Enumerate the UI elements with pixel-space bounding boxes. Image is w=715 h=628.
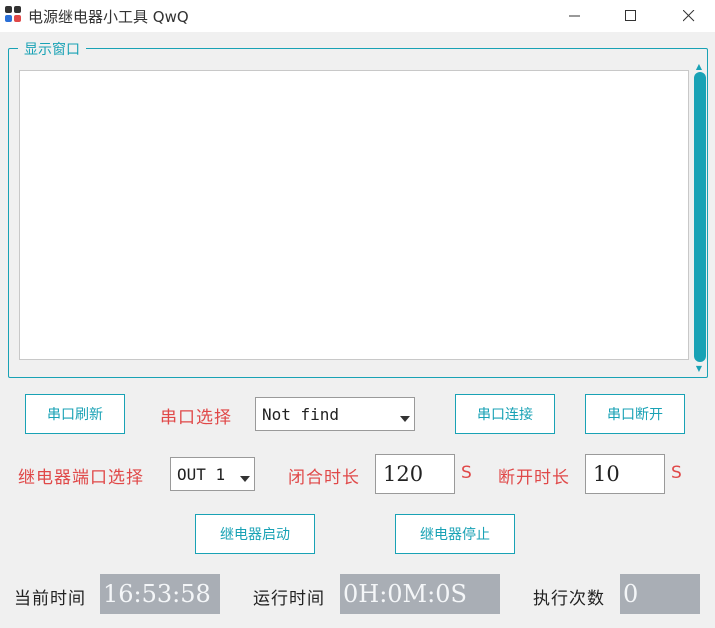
minimize-icon — [569, 15, 580, 17]
scrollbar-thumb[interactable] — [694, 72, 706, 362]
minimize-button[interactable] — [552, 0, 598, 32]
current-time-label: 当前时间 — [14, 589, 86, 609]
exec-count-label: 执行次数 — [533, 589, 605, 609]
display-group-title: 显示窗口 — [18, 39, 86, 59]
display-textarea[interactable] — [19, 70, 689, 360]
exec-count-display: 0 — [620, 574, 700, 614]
open-duration-label: 断开时长 — [498, 468, 570, 488]
run-time-display: 0H:0M:0S — [340, 574, 500, 614]
current-time-display: 16:53:58 — [100, 574, 220, 614]
maximize-button[interactable] — [608, 0, 654, 32]
close-button[interactable] — [666, 0, 712, 32]
maximize-icon — [625, 10, 636, 21]
relay-start-button[interactable]: 继电器启动 — [195, 514, 315, 554]
relay-stop-button[interactable]: 继电器停止 — [395, 514, 515, 554]
serial-disconnect-button[interactable]: 串口断开 — [585, 394, 685, 434]
relay-port-value: OUT 1 — [177, 464, 226, 484]
serial-port-select[interactable]: Not find — [255, 397, 415, 431]
chevron-down-icon — [400, 416, 410, 422]
close-duration-unit: S — [461, 463, 472, 483]
open-duration-input[interactable]: 10 — [585, 454, 665, 494]
serial-select-label: 串口选择 — [160, 408, 232, 428]
close-icon — [683, 10, 695, 22]
scroll-up-arrow-icon[interactable]: ▲ — [693, 62, 705, 72]
window-title: 电源继电器小工具 QwQ — [28, 8, 189, 26]
open-duration-unit: S — [671, 463, 682, 483]
serial-refresh-button[interactable]: 串口刷新 — [25, 394, 125, 434]
close-duration-label: 闭合时长 — [288, 468, 360, 488]
relay-port-label: 继电器端口选择 — [18, 468, 144, 488]
serial-connect-button[interactable]: 串口连接 — [455, 394, 555, 434]
scroll-down-arrow-icon[interactable]: ▼ — [693, 364, 705, 374]
chevron-down-icon — [240, 476, 250, 482]
close-duration-input[interactable]: 120 — [375, 454, 455, 494]
app-icon — [5, 6, 23, 24]
relay-port-select[interactable]: OUT 1 — [170, 457, 255, 491]
run-time-label: 运行时间 — [253, 589, 325, 609]
serial-port-value: Not find — [262, 404, 340, 424]
